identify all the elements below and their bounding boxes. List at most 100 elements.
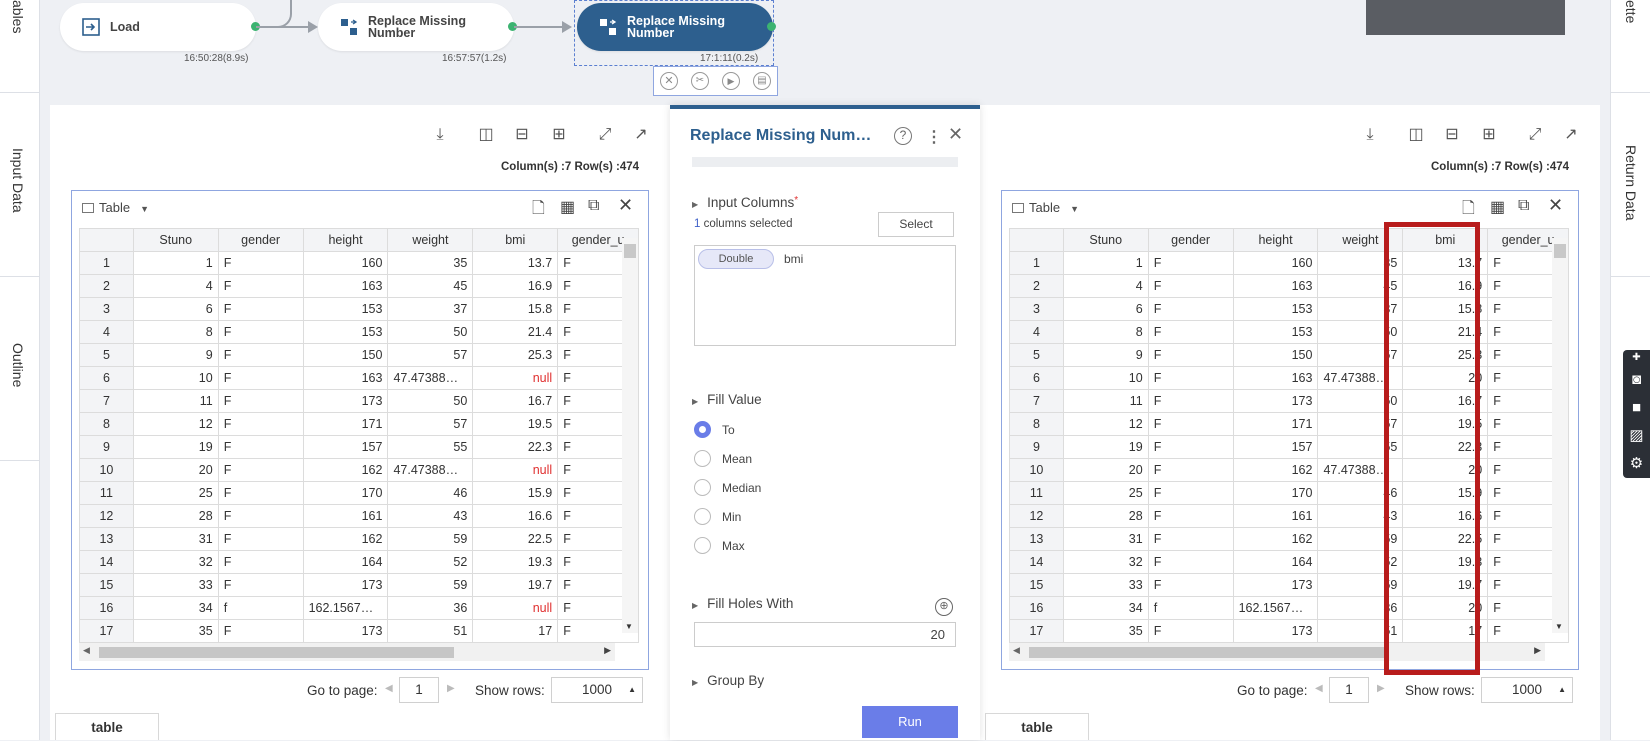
column-header[interactable]: height [1232, 228, 1319, 252]
gear-icon[interactable]: ⚙ [1623, 450, 1650, 478]
table-row[interactable]: 13 31 F 162 59 22.5 F [1009, 527, 1569, 551]
table-row[interactable]: 13 31 F 162 59 22.5 F [79, 527, 639, 551]
scroll-right-icon[interactable]: ▶ [604, 645, 611, 656]
table-row[interactable]: 7 11 F 173 50 16.7 F [79, 389, 639, 413]
show-rows-select[interactable]: 1000 ▲ [551, 677, 643, 703]
vertical-scrollbar[interactable]: ▼ [1552, 238, 1568, 633]
scroll-thumb[interactable] [1029, 647, 1384, 658]
sidebar-tab-palette[interactable]: ette [1623, 0, 1639, 23]
new-file-icon[interactable]: 🗋 [1462, 197, 1475, 224]
table-row[interactable]: 6 10 F 163 47.47388… null F [79, 366, 639, 390]
split-vertical-icon[interactable]: ◫ [1406, 125, 1426, 145]
prev-page-icon[interactable]: ◀ [385, 683, 393, 694]
radio-max[interactable] [694, 537, 711, 554]
table-row[interactable]: 1 1 F 160 35 13.7 F [79, 251, 639, 275]
table-settings-icon[interactable]: ▦ [1490, 197, 1505, 217]
cancel-icon[interactable]: ✕ [660, 72, 678, 90]
table-settings-icon[interactable]: ▦ [560, 197, 575, 217]
column-header[interactable] [79, 228, 134, 252]
globe-icon[interactable]: ⊕ [935, 598, 953, 616]
open-external-icon[interactable]: ↗ [631, 125, 651, 145]
vertical-scrollbar[interactable]: ▼ [622, 238, 638, 633]
radio-mean[interactable] [694, 450, 711, 467]
scroll-thumb[interactable] [624, 244, 636, 258]
split-horizontal-icon[interactable]: ⊟ [1442, 125, 1462, 145]
column-header[interactable]: Stuno [1062, 228, 1149, 252]
scissors-icon[interactable]: ✂ [691, 72, 709, 90]
grid-layout-icon[interactable]: ⊞ [1479, 125, 1499, 145]
table-row[interactable]: 3 6 F 153 37 15.8 F [1009, 297, 1569, 321]
table-row[interactable]: 10 20 F 162 47.47388… null F [79, 458, 639, 482]
expand-icon[interactable]: ⤢ [1525, 125, 1545, 145]
table-row[interactable]: 2 4 F 163 45 16.9 F [79, 274, 639, 298]
camera-icon[interactable]: ◙ [1623, 366, 1650, 394]
show-rows-select[interactable]: 1000 ▲ [1481, 677, 1573, 703]
table-row[interactable]: 6 10 F 163 47.47388… 20 F [1009, 366, 1569, 390]
column-header[interactable]: Stuno [132, 228, 219, 252]
table-row[interactable]: 9 19 F 157 55 22.3 F [1009, 435, 1569, 459]
scroll-down-icon[interactable]: ▼ [625, 622, 633, 631]
group-by-header[interactable]: ▶ Group By [692, 673, 764, 688]
table-view-selector[interactable]: Table ▼ [1012, 200, 1079, 215]
column-header[interactable]: height [302, 228, 389, 252]
table-row[interactable]: 17 35 F 173 51 17 F [79, 619, 639, 643]
table-row[interactable]: 12 28 F 161 43 16.6 F [79, 504, 639, 528]
fill-value-header[interactable]: ▶ Fill Value [692, 392, 762, 407]
horizontal-scrollbar[interactable]: ◀ ▶ [79, 643, 615, 661]
table-row[interactable]: 1 1 F 160 35 13.7 F [1009, 251, 1569, 275]
node-replace-missing-1[interactable]: Replace Missing Number [318, 3, 514, 51]
table-row[interactable]: 2 4 F 163 45 16.9 F [1009, 274, 1569, 298]
new-file-icon[interactable]: 🗋 [532, 197, 545, 224]
radio-median[interactable] [694, 479, 711, 496]
image-icon[interactable]: ▨ [1623, 422, 1650, 450]
video-icon[interactable]: ■ [1623, 394, 1650, 422]
close-icon[interactable]: ✕ [618, 195, 633, 216]
minimap[interactable] [1366, 0, 1565, 35]
table-row[interactable]: 14 32 F 164 52 19.3 F [79, 550, 639, 574]
column-header[interactable] [1009, 228, 1064, 252]
sidebar-tab-return-data[interactable]: Return Data [1623, 145, 1639, 220]
page-input[interactable]: 1 [1329, 677, 1369, 703]
table-row[interactable]: 10 20 F 162 47.47388… 20 F [1009, 458, 1569, 482]
help-icon[interactable]: ? [894, 127, 912, 145]
expand-icon[interactable]: ⤢ [595, 125, 615, 145]
grip-icon[interactable]: ✚ [1623, 350, 1650, 366]
more-options-icon[interactable]: ⋮ [926, 127, 942, 147]
clipboard-icon[interactable]: ▤ [753, 72, 771, 90]
table-view-selector[interactable]: Table ▼ [82, 200, 149, 215]
prev-page-icon[interactable]: ◀ [1315, 683, 1323, 694]
radio-min[interactable] [694, 508, 711, 525]
page-input[interactable]: 1 [399, 677, 439, 703]
close-icon[interactable]: ✕ [948, 124, 963, 145]
close-icon[interactable]: ✕ [1548, 195, 1563, 216]
table-row[interactable]: 5 9 F 150 57 25.3 F [1009, 343, 1569, 367]
open-external-icon[interactable]: ↗ [1561, 125, 1581, 145]
copy-icon[interactable]: ⧉ [588, 197, 599, 215]
column-header[interactable]: bmi [472, 228, 559, 252]
fill-holes-input[interactable]: 20 [694, 622, 956, 647]
split-vertical-icon[interactable]: ◫ [476, 125, 496, 145]
sidebar-tab-outline[interactable]: Outline [10, 343, 26, 387]
input-columns-header[interactable]: ▶ Input Columns* [692, 195, 798, 210]
column-header[interactable]: gender [217, 228, 304, 252]
download-icon[interactable]: ⤓ [430, 125, 450, 145]
table-row[interactable]: 7 11 F 173 50 16.7 F [1009, 389, 1569, 413]
table-row[interactable]: 5 9 F 150 57 25.3 F [79, 343, 639, 367]
fill-holes-header[interactable]: ▶ Fill Holes With [692, 596, 793, 611]
radio-to[interactable] [694, 421, 711, 438]
download-icon[interactable]: ⤓ [1360, 125, 1380, 145]
next-page-icon[interactable]: ▶ [1377, 683, 1385, 694]
node-replace-missing-2[interactable]: Replace Missing Number [577, 3, 773, 51]
table-row[interactable]: 15 33 F 173 59 19.7 F [79, 573, 639, 597]
grid-layout-icon[interactable]: ⊞ [549, 125, 569, 145]
column-header[interactable]: weight [387, 228, 474, 252]
table-row[interactable]: 4 8 F 153 50 21.4 F [79, 320, 639, 344]
scroll-thumb[interactable] [99, 647, 454, 658]
run-button[interactable]: Run [862, 706, 958, 738]
sidebar-tab-input-data[interactable]: Input Data [10, 148, 26, 213]
table-row[interactable]: 11 25 F 170 46 15.9 F [1009, 481, 1569, 505]
node-load[interactable]: Load [60, 3, 256, 51]
select-columns-button[interactable]: Select [878, 212, 954, 237]
next-page-icon[interactable]: ▶ [447, 683, 455, 694]
scroll-thumb[interactable] [1554, 244, 1566, 258]
